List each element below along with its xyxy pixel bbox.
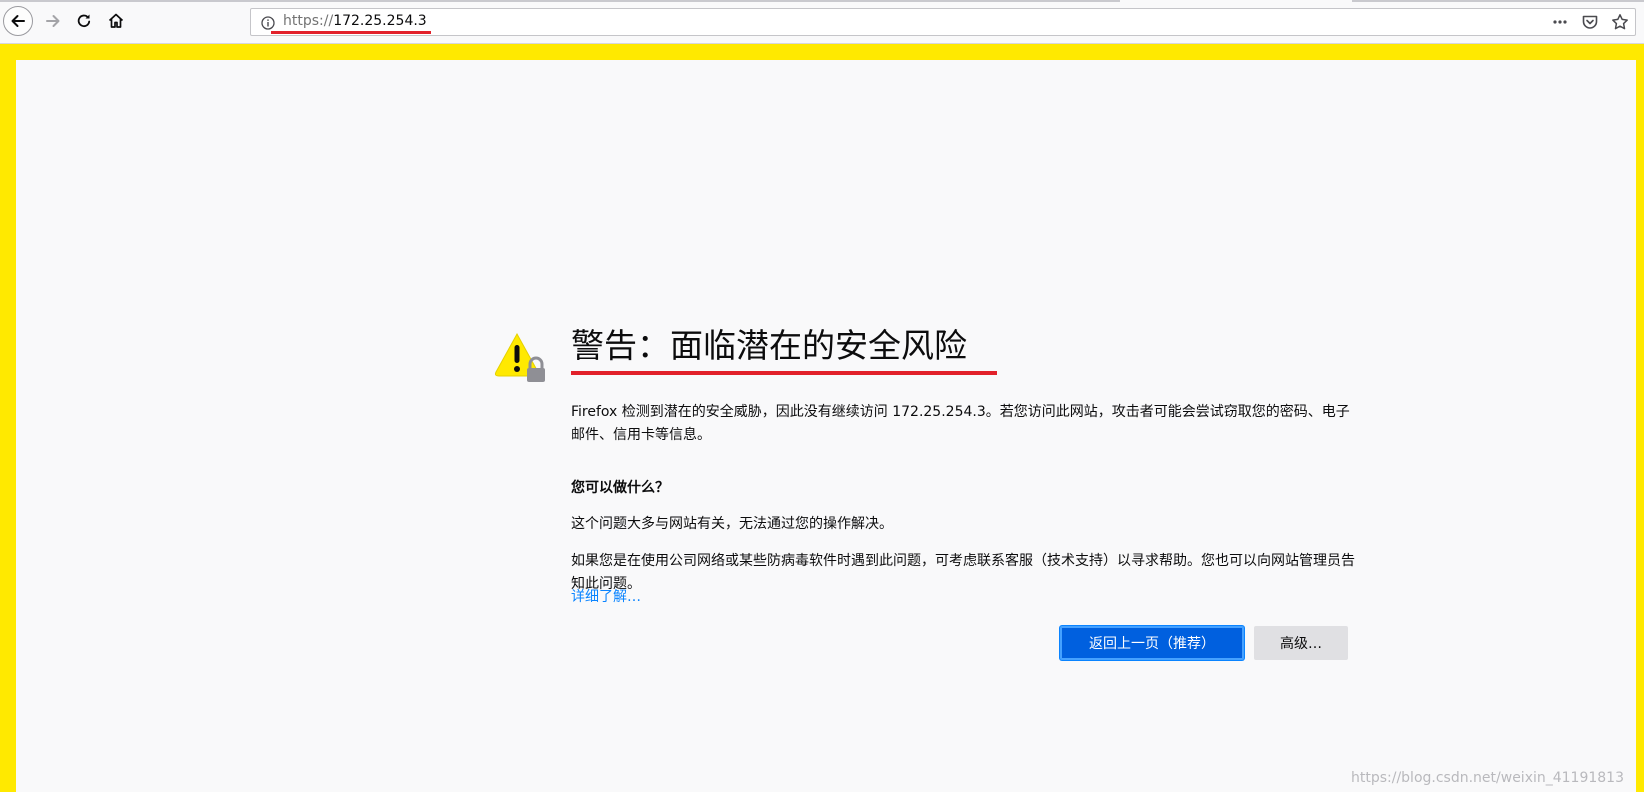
annotation-underline-url [271,31,431,34]
go-back-button[interactable]: 返回上一页（推荐） [1060,626,1244,660]
url-text[interactable]: https://172.25.254.3 [283,13,427,29]
forward-button[interactable] [39,7,67,35]
reload-button[interactable] [70,7,98,35]
pocket-icon[interactable] [1581,13,1599,31]
star-icon[interactable] [1611,13,1629,31]
url-bar[interactable]: https://172.25.254.3 [250,8,1636,36]
more-horizontal-icon[interactable] [1551,13,1569,31]
reload-icon [77,14,91,28]
back-button[interactable] [3,6,33,36]
home-icon [108,13,124,28]
watermark: https://blog.csdn.net/weixin_41191813 [1350,770,1624,786]
error-description: Firefox 检测到潜在的安全威胁，因此没有继续访问 172.25.254.3… [571,404,1350,443]
error-page: 警告：面临潜在的安全风险 Firefox 检测到潜在的安全威胁，因此没有继续访问… [16,60,1636,792]
page-actions [1551,13,1629,31]
url-scheme: https:// [283,13,334,29]
navigation-toolbar: https://172.25.254.3 [0,0,1644,44]
warning-lock-icon [494,330,550,386]
arrow-right-icon [46,15,60,27]
arrow-left-icon [11,15,25,27]
annotation-underline-title [571,371,997,375]
what-can-you-do-heading: 您可以做什么？ [571,480,669,496]
explanation-text: 这个问题大多与网站有关，无法通过您的操作解决。 [571,516,893,532]
tab-strip-edge-right [1352,0,1644,2]
suggestion-text: 如果您是在使用公司网络或某些防病毒软件时遇到此问题，可考虑联系客服（技术支持）以… [571,553,1355,592]
learn-more-link[interactable]: 详细了解… [571,586,641,609]
tab-strip-edge [0,0,1120,2]
url-host: 172.25.254.3 [333,13,427,29]
advanced-button[interactable]: 高级… [1254,626,1348,660]
home-button[interactable] [102,7,130,35]
page-title: 警告：面临潜在的安全风险 [571,326,967,365]
